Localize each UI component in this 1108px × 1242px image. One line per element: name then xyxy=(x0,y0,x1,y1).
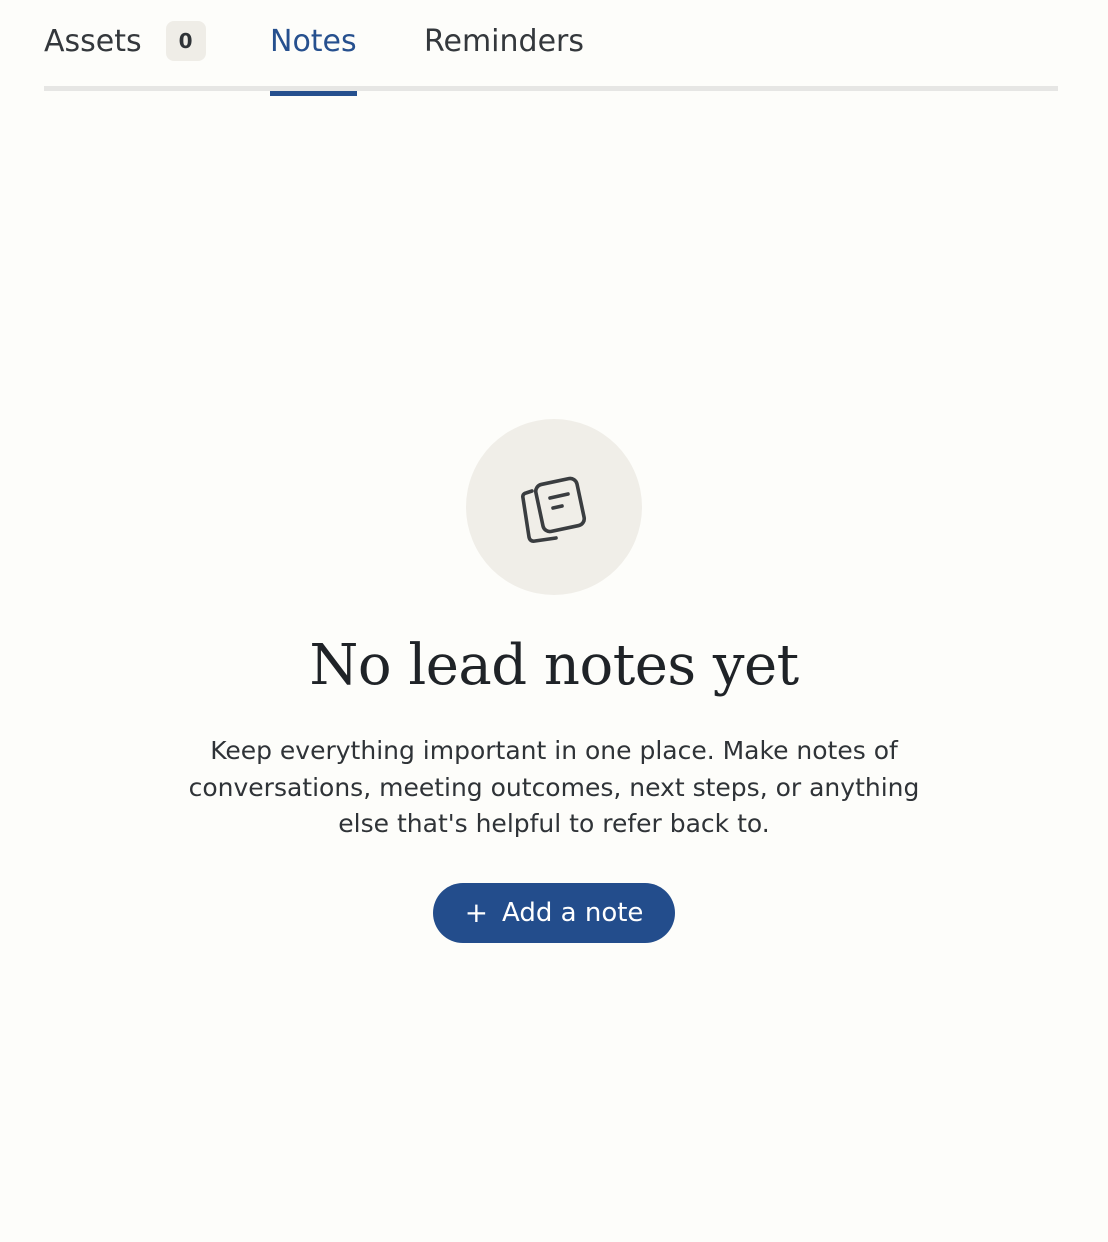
tab-notes[interactable]: Notes xyxy=(270,0,357,96)
tab-reminders[interactable]: Reminders xyxy=(424,0,584,91)
empty-state: No lead notes yet Keep everything import… xyxy=(0,419,1108,943)
tab-notes-label: Notes xyxy=(270,24,357,59)
add-note-button[interactable]: + Add a note xyxy=(432,882,676,943)
empty-state-icon-circle xyxy=(466,419,642,595)
empty-state-title: No lead notes yet xyxy=(309,633,799,698)
notes-stack-icon xyxy=(521,476,587,543)
tab-assets[interactable]: Assets 0 xyxy=(44,0,206,91)
empty-state-description: Keep everything important in one place. … xyxy=(188,736,920,838)
assets-count-badge: 0 xyxy=(165,21,206,61)
plus-icon: + xyxy=(464,895,489,929)
tab-reminders-label: Reminders xyxy=(424,24,584,59)
add-note-button-label: Add a note xyxy=(502,897,644,928)
tab-bar: Assets 0 Notes Reminders xyxy=(44,0,1058,96)
page: Assets 0 Notes Reminders No lead notes y… xyxy=(0,0,1108,1242)
tab-assets-label: Assets xyxy=(44,24,142,59)
